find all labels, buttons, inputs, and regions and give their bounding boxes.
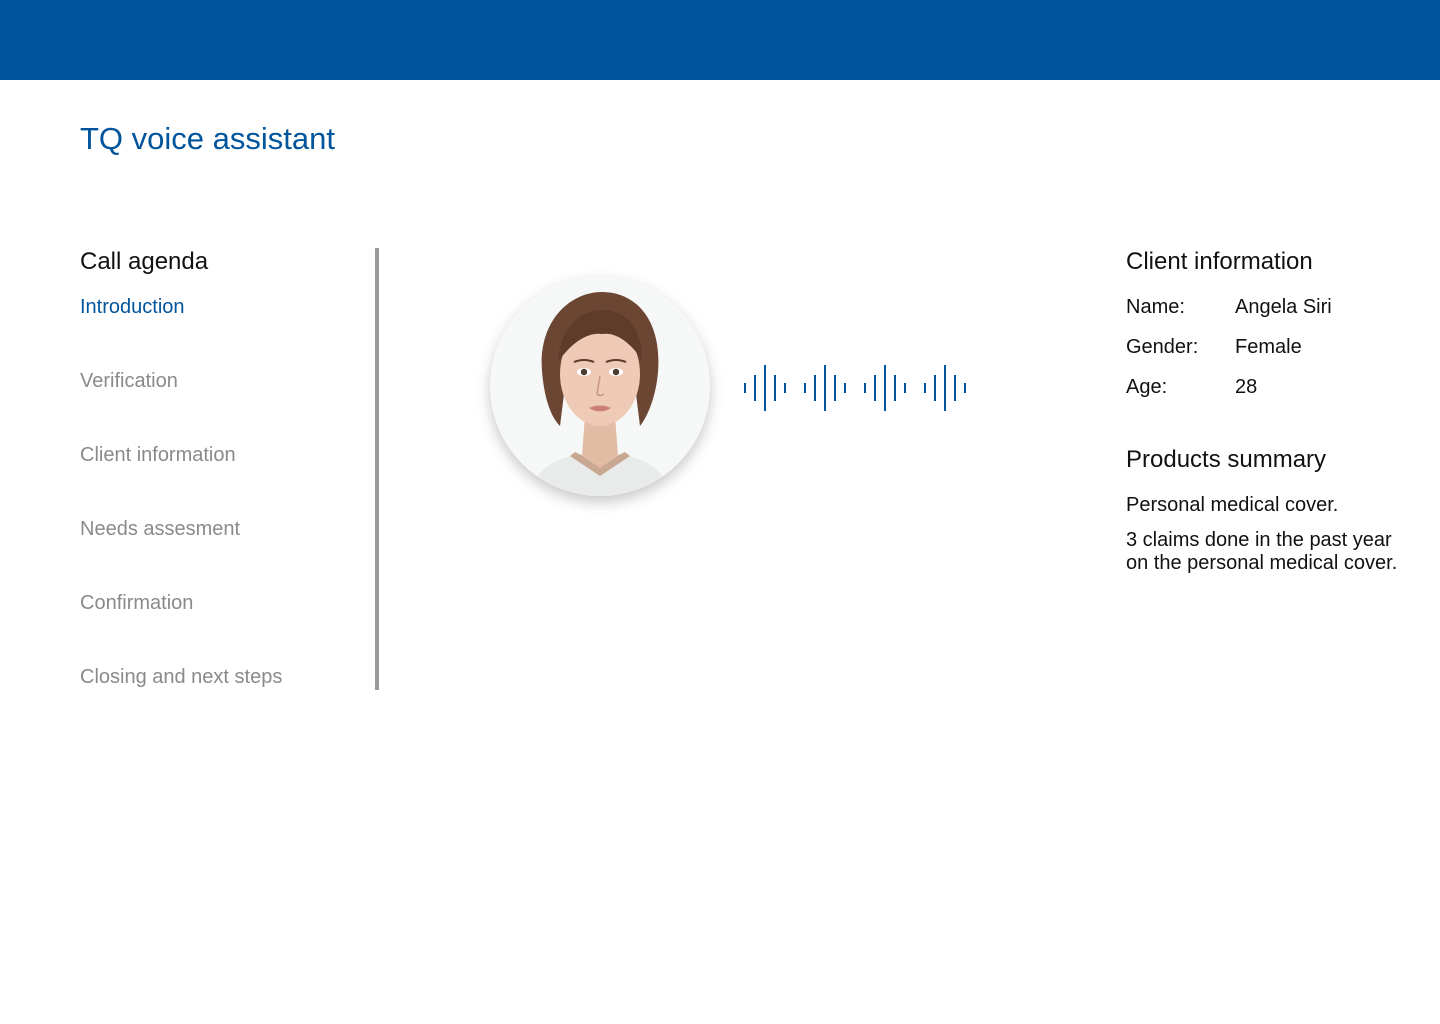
call-agenda-heading: Call agenda bbox=[80, 248, 209, 275]
products-summary-panel: Products summary Personal medical cover.… bbox=[1126, 446, 1426, 575]
agenda-item-closing[interactable]: Closing and next steps bbox=[80, 664, 282, 738]
page-title: TQ voice assistant bbox=[80, 121, 335, 156]
call-agenda-panel: Call agenda Introduction Verification Cl… bbox=[80, 248, 380, 690]
agenda-item-needs-assessment[interactable]: Needs assesment bbox=[80, 516, 282, 590]
client-information-heading: Client information bbox=[1126, 248, 1313, 275]
agenda-item-introduction[interactable]: Introduction bbox=[80, 294, 282, 368]
age-value: 28 bbox=[1235, 376, 1258, 398]
agenda-divider bbox=[375, 248, 379, 690]
product-line-claims-2: on the personal medical cover. bbox=[1126, 552, 1398, 574]
name-label: Name: bbox=[1126, 296, 1185, 318]
portrait-image bbox=[490, 276, 710, 496]
client-gender-row: Gender: Female bbox=[1126, 334, 1426, 374]
agenda-item-confirmation[interactable]: Confirmation bbox=[80, 590, 282, 664]
assistant-avatar bbox=[490, 276, 710, 496]
top-bar bbox=[0, 0, 1440, 80]
age-label: Age: bbox=[1126, 376, 1168, 398]
product-line-claims-1: 3 claims done in the past year bbox=[1126, 529, 1392, 551]
agenda-item-client-information[interactable]: Client information bbox=[80, 442, 282, 516]
client-name-row: Name: Angela Siri bbox=[1126, 294, 1426, 334]
gender-label: Gender: bbox=[1126, 336, 1199, 358]
client-information-panel: Client information Name: Angela Siri Gen… bbox=[1126, 248, 1426, 414]
product-line-cover: Personal medical cover. bbox=[1126, 494, 1339, 516]
agenda-list: Introduction Verification Client informa… bbox=[80, 294, 282, 738]
gender-value: Female bbox=[1235, 336, 1302, 358]
sound-wave-icon bbox=[744, 365, 966, 411]
agenda-item-verification[interactable]: Verification bbox=[80, 368, 282, 442]
name-value: Angela Siri bbox=[1235, 296, 1332, 318]
client-age-row: Age: 28 bbox=[1126, 374, 1426, 414]
products-summary-heading: Products summary bbox=[1126, 446, 1327, 473]
